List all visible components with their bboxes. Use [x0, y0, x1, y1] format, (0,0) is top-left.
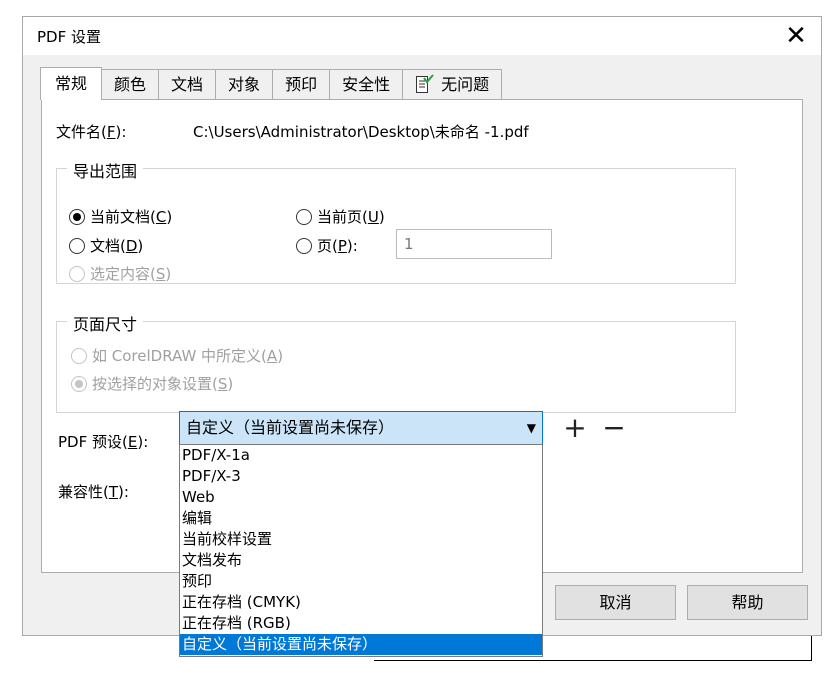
tab-objects-label: 对象: [228, 74, 261, 94]
help-button[interactable]: 帮助: [687, 585, 808, 620]
tab-document-label: 文档: [171, 74, 204, 94]
radio-by-object: 按选择的对象设置(S): [71, 373, 233, 394]
radio-current-document-label: 当前文档(C): [90, 208, 173, 226]
radio-documents[interactable]: 文档(D): [69, 235, 143, 256]
radio-current-document[interactable]: 当前文档(C): [69, 206, 172, 227]
pdf-preset-dropdown-list: PDF/X-1a PDF/X-3 Web 编辑 当前校样设置 文档发布 预印 正…: [179, 444, 543, 657]
tab-general-label: 常规: [55, 74, 88, 93]
radio-by-object-label: 按选择的对象设置(S): [92, 375, 234, 393]
tab-security[interactable]: 安全性: [329, 69, 404, 99]
dropdown-item[interactable]: 文档发布: [180, 550, 542, 571]
pdf-preset-label: PDF 预设(E):: [58, 433, 149, 451]
radio-dot: [69, 265, 85, 282]
page-size-legend: 页面尺寸: [67, 311, 144, 335]
dropdown-item[interactable]: 当前校样设置: [180, 529, 542, 550]
title-bar: PDF 设置 ✕: [23, 17, 821, 55]
tab-objects[interactable]: 对象: [215, 69, 274, 99]
close-icon[interactable]: ✕: [781, 21, 811, 51]
radio-pages[interactable]: 页(P):: [296, 235, 358, 256]
dropdown-item[interactable]: 预印: [180, 571, 542, 592]
tab-no-issues[interactable]: 无问题: [402, 69, 503, 99]
tab-color-label: 颜色: [114, 74, 147, 94]
remove-preset-button[interactable]: −: [599, 413, 629, 443]
radio-dot: [69, 208, 85, 225]
dropdown-item[interactable]: Web: [180, 487, 542, 508]
filename-label: 文件名(F):: [56, 123, 127, 141]
dropdown-item[interactable]: PDF/X-3: [180, 466, 542, 487]
radio-dot: [69, 237, 85, 254]
chevron-down-icon: ▼: [526, 421, 536, 435]
filename-value: C:\Users\Administrator\Desktop\未命名 -1.pd…: [193, 123, 529, 141]
dropdown-item[interactable]: PDF/X-1a: [180, 445, 542, 466]
cancel-button[interactable]: 取消: [555, 585, 676, 620]
radio-current-page[interactable]: 当前页(U): [296, 206, 385, 227]
pdf-preset-select[interactable]: 自定义（当前设置尚未保存） ▼: [179, 411, 543, 445]
tab-prepress[interactable]: 预印: [272, 69, 331, 99]
tab-strip: 常规 颜色 文档 对象 预印 安全性 无问题: [40, 67, 503, 100]
radio-dot: [71, 375, 87, 392]
radio-dot: [296, 208, 312, 225]
radio-selection: 选定内容(S): [69, 263, 171, 284]
radio-current-page-label: 当前页(U): [317, 208, 385, 226]
pages-input[interactable]: 1: [396, 229, 552, 259]
radio-as-defined-label: 如 CorelDRAW 中所定义(A): [92, 347, 284, 365]
add-preset-button[interactable]: +: [560, 413, 590, 443]
dropdown-item[interactable]: 正在存档 (RGB): [180, 613, 542, 634]
radio-dot: [71, 347, 87, 364]
dialog-title: PDF 设置: [37, 28, 101, 46]
radio-documents-label: 文档(D): [90, 237, 144, 255]
compatibility-label: 兼容性(T):: [58, 483, 129, 501]
dropdown-item[interactable]: 编辑: [180, 508, 542, 529]
document-check-icon: [415, 73, 435, 96]
radio-pages-label: 页(P):: [317, 237, 358, 255]
tab-document[interactable]: 文档: [158, 69, 217, 99]
tab-prepress-label: 预印: [285, 74, 318, 94]
tab-security-label: 安全性: [342, 74, 391, 94]
dropdown-item[interactable]: 正在存档 (CMYK): [180, 592, 542, 613]
tab-no-issues-label: 无问题: [441, 74, 490, 94]
dropdown-item-selected[interactable]: 自定义（当前设置尚未保存）: [180, 634, 542, 655]
radio-selection-label: 选定内容(S): [90, 265, 172, 283]
radio-as-defined: 如 CorelDRAW 中所定义(A): [71, 345, 283, 366]
page-size-group: 页面尺寸: [56, 311, 736, 413]
tab-general[interactable]: 常规: [40, 67, 103, 100]
export-range-legend: 导出范围: [67, 158, 144, 182]
radio-dot: [296, 237, 312, 254]
pdf-preset-value: 自定义（当前设置尚未保存）: [186, 418, 395, 437]
tab-color[interactable]: 颜色: [101, 69, 160, 99]
